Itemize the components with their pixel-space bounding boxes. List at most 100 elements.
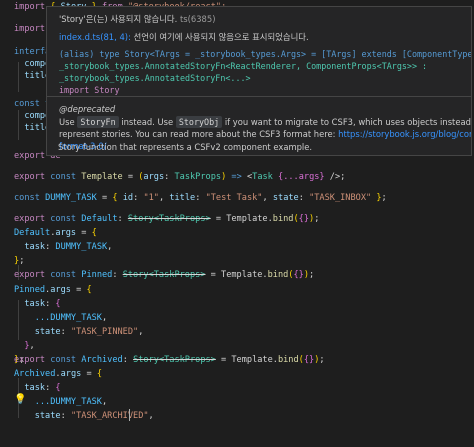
property-key: title xyxy=(169,193,196,203)
property-key: state xyxy=(272,193,299,203)
code-line-archived-spread: ...DUMMY_TASK, xyxy=(34,397,108,407)
component-name[interactable]: Task xyxy=(252,172,273,182)
deprecated-tag: @deprecated xyxy=(59,103,115,115)
keyword: export xyxy=(14,151,46,161)
type-argument: <TaskProps> xyxy=(158,355,216,365)
code-line-template: export const Template = (args: TaskProps… xyxy=(14,172,346,182)
property-key: task xyxy=(24,383,46,393)
doc-text: instead. Use xyxy=(121,117,174,127)
spread-expression: ...DUMMY_TASK xyxy=(34,397,102,407)
property: args xyxy=(50,285,71,295)
doc-text: represent stories. You can read more abo… xyxy=(59,129,336,139)
code-badge-storyobj: StoryObj xyxy=(175,116,223,128)
keyword: import xyxy=(14,24,46,34)
property: args xyxy=(60,369,82,379)
keyword: export xyxy=(14,270,46,280)
operator: => xyxy=(226,172,247,182)
tooltip-divider xyxy=(47,96,471,97)
code-text: = Template. xyxy=(215,355,278,365)
related-info-message: 선언이 여기에 사용되지 않음으로 표시되었습니다. xyxy=(133,32,309,42)
code-text: = Template. xyxy=(205,270,268,280)
string-literal: "1" xyxy=(143,193,159,203)
story-name[interactable]: Pinned xyxy=(81,270,112,280)
string-literal: "TASK_INBOX" xyxy=(309,193,372,203)
type-name[interactable]: TaskProps xyxy=(174,172,221,182)
method-name: bind xyxy=(272,214,294,224)
string-literal: "TASK_ARCHIVED" xyxy=(70,411,149,421)
string-literal: "TASK_PINNED" xyxy=(70,327,139,337)
constant-name[interactable]: DUMMY_TASK xyxy=(45,193,97,203)
code-line-dummy-task: const DUMMY_TASK = { id: "1", title: "Te… xyxy=(14,193,387,203)
signature-text: import Story xyxy=(59,85,120,95)
signature-text: _storybook_types.AnnotatedStoryFn<...> xyxy=(59,73,251,83)
doc-text: if you want to migrate to CSF3, which us… xyxy=(224,117,471,127)
signature-line-3: _storybook_types.AnnotatedStoryFn<...> xyxy=(59,72,251,84)
code-badge-storyfn: StoryFn xyxy=(77,116,119,128)
deprecated-type[interactable]: Story xyxy=(133,355,159,365)
punctuation: />; xyxy=(324,172,346,182)
string-literal: "Test Task" xyxy=(205,193,263,203)
code-line-pinned-spread: ...DUMMY_TASK, xyxy=(34,313,108,323)
keyword: import xyxy=(14,2,46,12)
deprecated-label: @deprecated xyxy=(59,104,116,114)
property-key: task xyxy=(24,242,46,252)
related-info: index.d.ts(81, 4): 선언이 여기에 사용되지 않음으로 표시되… xyxy=(59,31,309,43)
text-cursor xyxy=(129,409,130,421)
code-line-archived-export: export const Archived: Story<TaskProps> … xyxy=(14,355,325,365)
property-key: id xyxy=(122,193,134,203)
type-argument: <TaskProps> xyxy=(148,270,206,280)
identifier: Default xyxy=(14,228,51,238)
method-name: bind xyxy=(267,270,289,280)
related-info-link[interactable]: index.d.ts(81, 4): xyxy=(59,32,131,42)
signature-text: _storybook_types.AnnotatedStoryFn<ReactR… xyxy=(59,61,428,71)
code-line-default-export: export const Default: Story<TaskProps> =… xyxy=(14,214,320,224)
diagnostic-message: 'Story'은(는) 사용되지 않습니다. ts(6385) xyxy=(59,13,215,25)
signature-text: (alias) type Story<TArgs = _storybook_ty… xyxy=(59,49,472,59)
type-argument: <TaskProps> xyxy=(153,214,211,224)
deprecated-line-1: Use StoryFn instead. Use StoryObj if you… xyxy=(59,116,471,128)
code-line-pinned-export: export const Pinned: Story<TaskProps> = … xyxy=(14,270,315,280)
spread-expression: ...DUMMY_TASK xyxy=(34,313,102,323)
doc-text: Use xyxy=(59,117,75,127)
story-name[interactable]: Archived xyxy=(81,355,122,365)
deprecated-type[interactable]: Story xyxy=(128,214,154,224)
deprecated-line-2: represent stories. You can read more abo… xyxy=(59,128,471,140)
keyword: const xyxy=(50,172,77,182)
signature-line-4: import Story xyxy=(59,84,120,96)
hover-tooltip[interactable]: 'Story'은(는) 사용되지 않습니다. ts(6385) index.d.… xyxy=(46,6,472,156)
property-key: task xyxy=(24,299,46,309)
lightbulb-icon[interactable]: 💡 xyxy=(14,393,26,407)
identifier: Pinned xyxy=(14,285,46,295)
keyword: const xyxy=(50,270,77,280)
code-line-pinned-close-inner: }, xyxy=(24,341,35,351)
story-name[interactable]: Default xyxy=(81,214,117,224)
property-key: state xyxy=(34,411,61,421)
code-line-default-close: }; xyxy=(14,256,25,266)
operator: = xyxy=(122,172,139,182)
keyword: const xyxy=(14,99,40,109)
keyword: const xyxy=(50,214,77,224)
csf3-doc-link[interactable]: https://storybook.js.org/blog/component-… xyxy=(338,129,471,139)
function-name[interactable]: Template xyxy=(81,172,122,182)
spread-props: {...args} xyxy=(278,172,325,182)
code-line-pinned-task: task: { xyxy=(24,299,61,309)
keyword: const xyxy=(50,355,77,365)
tooltip-description: Story function that represents a CSFv2 c… xyxy=(58,142,313,152)
keyword: const xyxy=(14,193,40,203)
keyword: export xyxy=(14,172,46,182)
deprecated-type[interactable]: Story xyxy=(123,270,149,280)
parameter: args xyxy=(143,172,165,182)
identifier: Archived xyxy=(14,369,56,379)
code-line-default-task: task: DUMMY_TASK, xyxy=(24,242,113,252)
code-line-archived-args: Archived.args = { xyxy=(14,369,103,379)
property: args xyxy=(55,228,77,238)
keyword: export xyxy=(14,214,46,224)
code-line-default-args: Default.args = { xyxy=(14,228,97,238)
diagnostic-title: 'Story'은(는) 사용되지 않습니다. xyxy=(59,14,178,24)
code-text: = Template. xyxy=(210,214,273,224)
property-key: state xyxy=(34,327,61,337)
punctuation: : xyxy=(164,172,175,182)
diagnostic-code: ts(6385) xyxy=(179,14,216,24)
method-name: bind xyxy=(277,355,299,365)
signature-line-1: (alias) type Story<TArgs = _storybook_ty… xyxy=(59,48,472,60)
